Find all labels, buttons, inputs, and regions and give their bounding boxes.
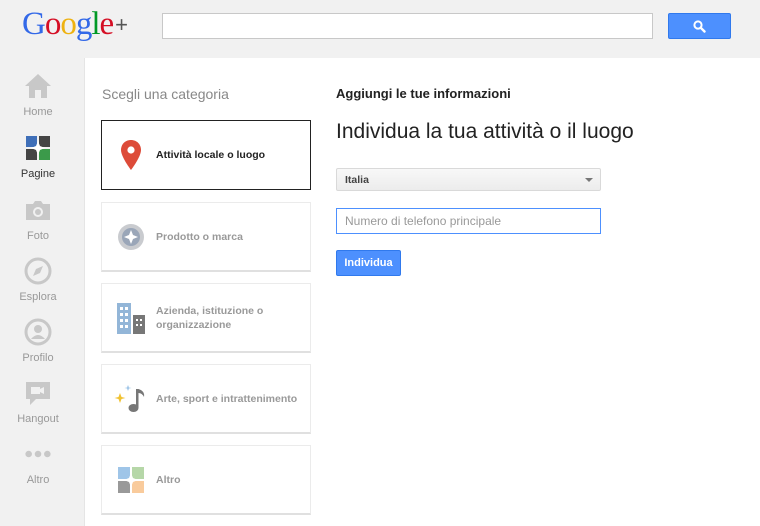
search-button[interactable] — [668, 13, 731, 39]
category-label: Attività locale o luogo — [156, 149, 266, 161]
country-select-value: Italia — [345, 173, 369, 186]
country-select[interactable]: Italia — [336, 168, 601, 191]
nav-item-home[interactable]: Home — [0, 72, 76, 132]
logo-letter-e: e — [99, 6, 115, 42]
category-heading: Scegli una categoria — [102, 86, 229, 102]
logo-letter-l: l — [91, 6, 100, 42]
nav-label-photos: Foto — [26, 230, 49, 242]
logo-letter-g2: g — [75, 6, 92, 42]
nav-item-explore[interactable]: Esplora — [0, 257, 76, 317]
profile-icon — [24, 318, 52, 346]
product-tag-icon — [118, 223, 144, 250]
phone-number-input[interactable] — [336, 208, 601, 234]
logo-plus: + — [115, 12, 128, 37]
nav-label-pages: Pagine — [20, 168, 56, 180]
category-label: Azienda, istituzione o organizzazione — [156, 304, 264, 331]
category-label: Prodotto o marca — [156, 230, 243, 243]
nav-item-photos[interactable]: Foto — [0, 196, 76, 256]
main-panel: Scegli una categoria Attività locale o l… — [84, 58, 760, 526]
nav-label-more: Altro — [26, 474, 50, 486]
compass-icon — [24, 257, 52, 285]
pages-icon — [26, 136, 50, 160]
locate-button[interactable]: Individua — [336, 250, 401, 276]
category-local-business[interactable]: Attività locale o luogo — [101, 120, 311, 190]
category-product-brand[interactable]: Prodotto o marca — [101, 202, 311, 272]
category-label: Altro — [156, 473, 181, 486]
category-other[interactable]: Altro — [101, 445, 311, 515]
nav-label-home: Home — [23, 106, 53, 118]
nav-item-more[interactable]: Altro — [0, 440, 76, 500]
logo-letter-o2: o — [60, 6, 76, 42]
nav-item-pages[interactable]: Pagine — [0, 134, 76, 194]
buildings-icon — [117, 302, 145, 334]
other-grid-icon — [118, 466, 144, 493]
search-input[interactable] — [162, 13, 653, 39]
chevron-down-icon — [585, 178, 593, 182]
form-heading: Aggiungi le tue informazioni — [336, 86, 511, 101]
search-icon — [693, 19, 706, 33]
form-title: Individua la tua attività o il luogo — [336, 120, 634, 143]
category-company[interactable]: Azienda, istituzione o organizzazione — [101, 283, 311, 353]
logo-letter-o1: o — [44, 6, 61, 42]
home-icon — [25, 74, 51, 98]
video-icon — [26, 382, 50, 405]
music-note-icon — [114, 384, 145, 412]
nav-item-hangout[interactable]: Hangout — [0, 379, 76, 439]
top-bar: Google+ — [0, 0, 760, 58]
category-arts-sports[interactable]: Arte, sport e intrattenimento — [101, 364, 311, 434]
google-plus-logo[interactable]: Google+ — [22, 6, 128, 43]
category-label: Arte, sport e intrattenimento — [156, 392, 298, 405]
nav-label-explore: Esplora — [19, 291, 57, 303]
nav-label-hangout: Hangout — [17, 413, 59, 425]
more-dots-icon — [25, 450, 51, 458]
logo-letter-g: G — [22, 6, 46, 42]
map-pin-icon — [121, 140, 141, 170]
nav-item-profile[interactable]: Profilo — [0, 318, 76, 378]
camera-icon — [26, 201, 50, 220]
nav-label-profile: Profilo — [22, 352, 54, 364]
